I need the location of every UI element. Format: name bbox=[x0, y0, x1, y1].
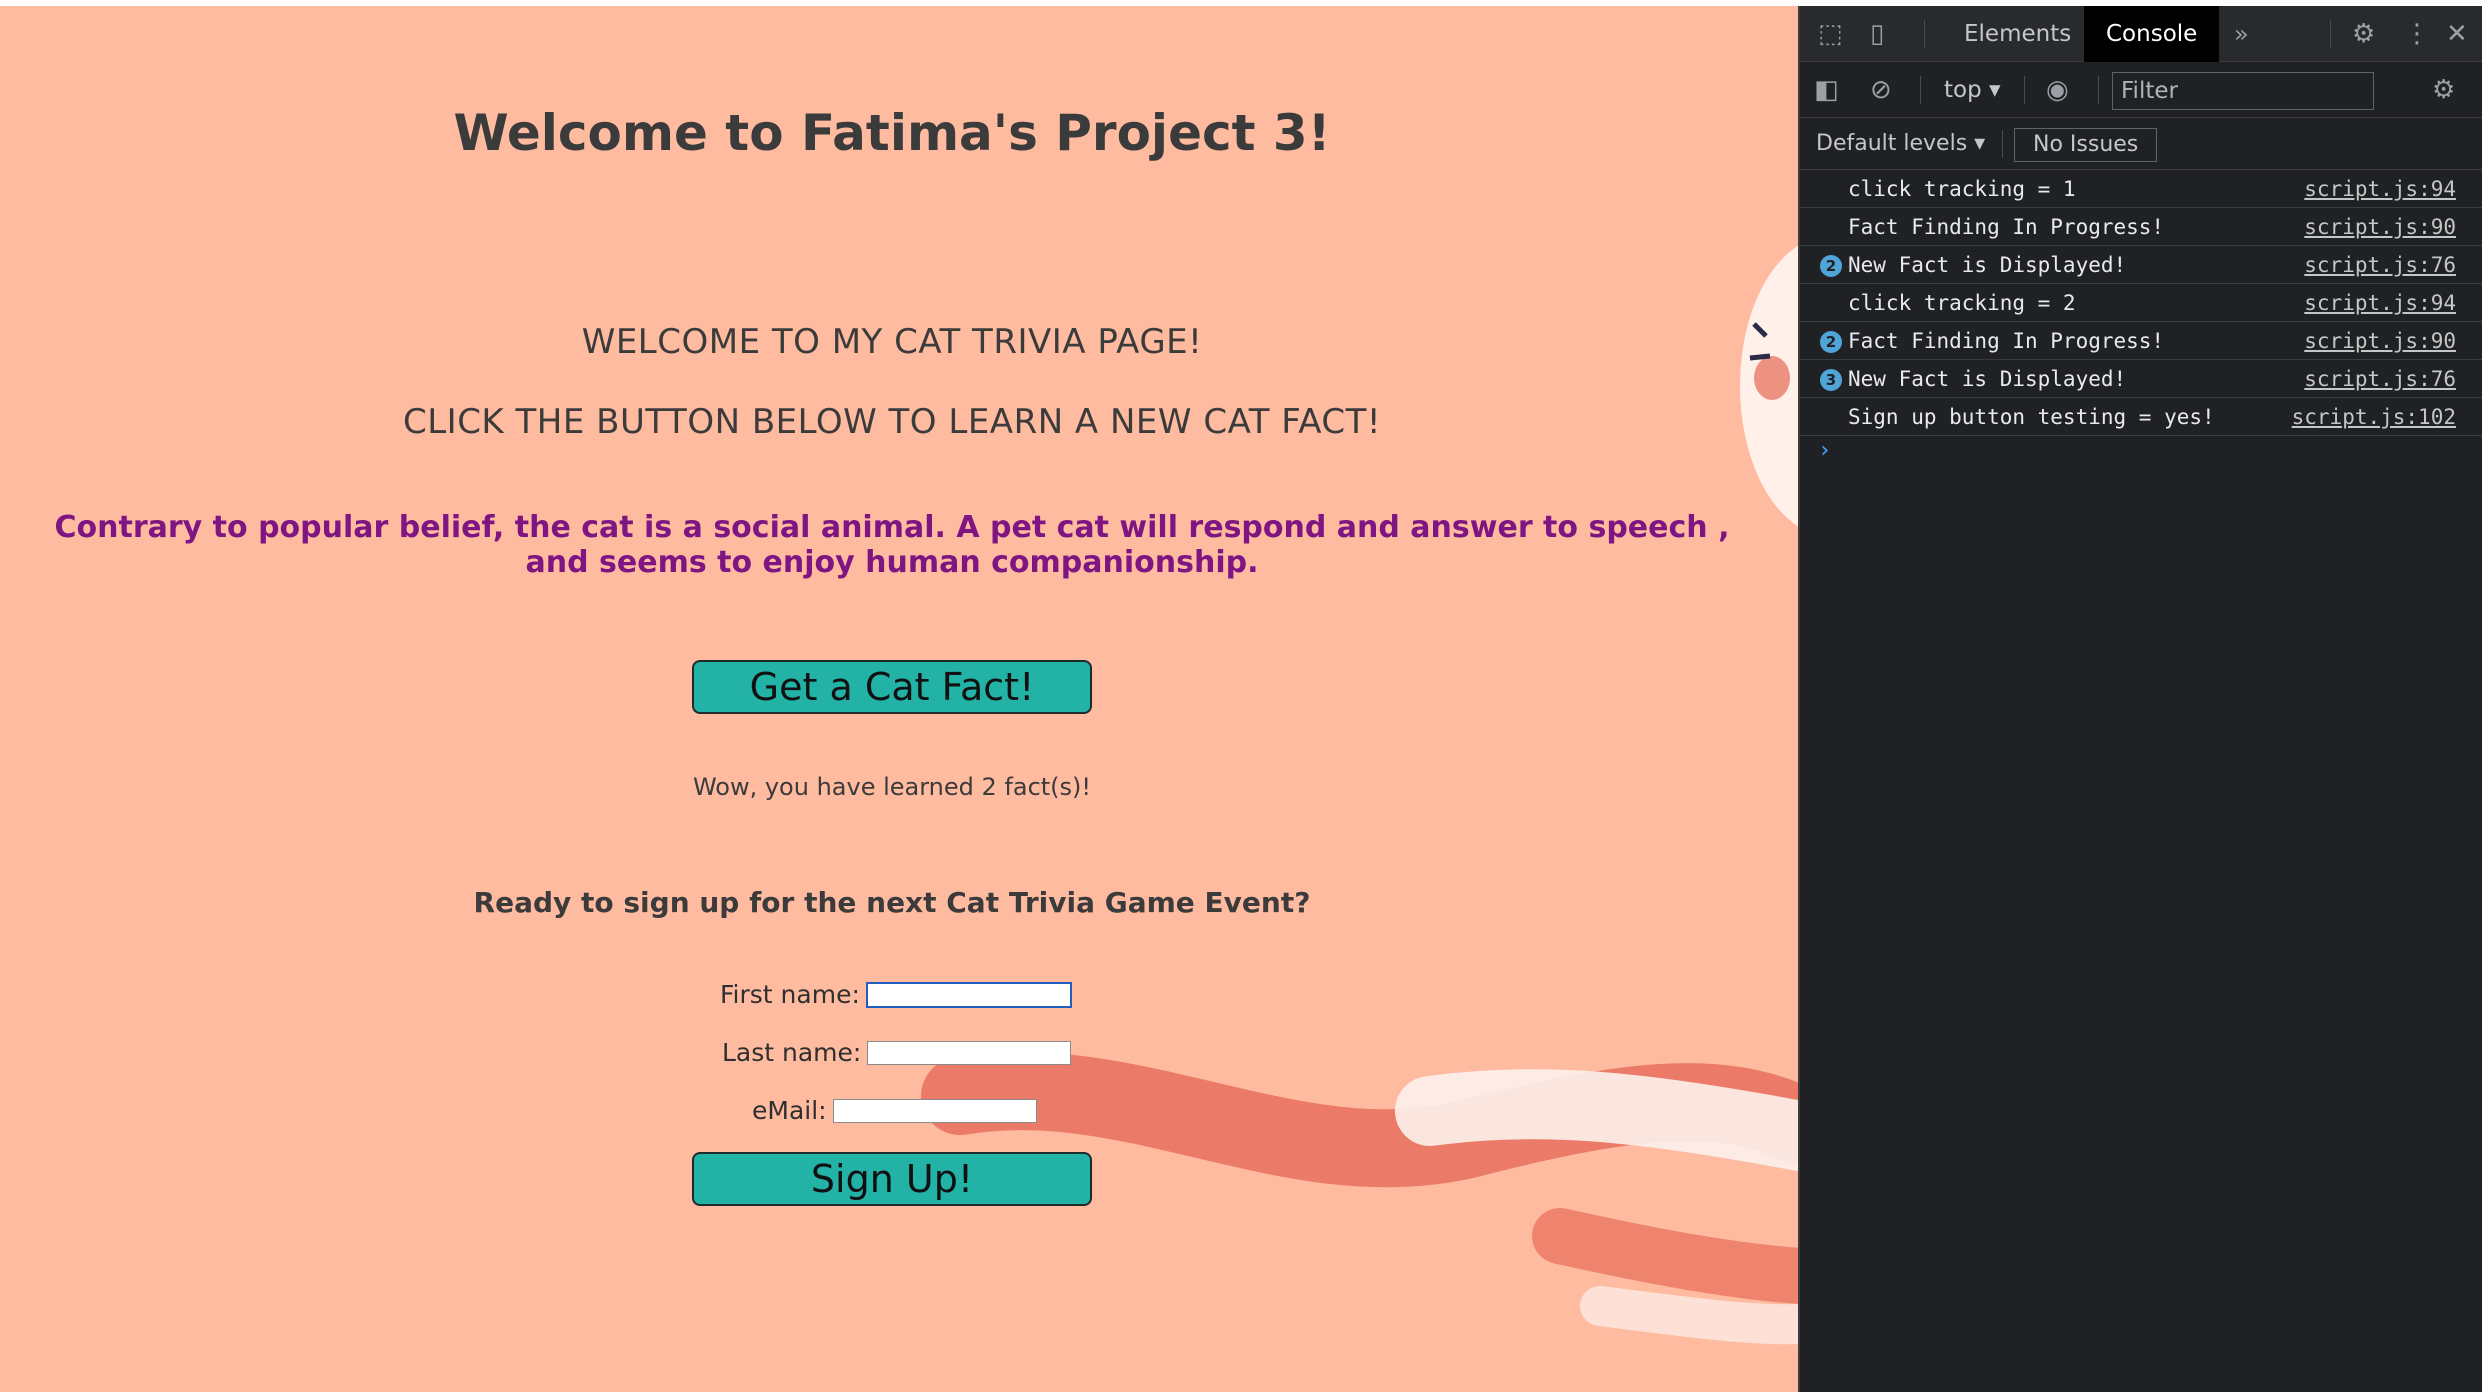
devtools-tab-bar: ⬚ ▯ Elements Console » ⚙ ⋮ ✕ bbox=[1800, 6, 2482, 62]
console-levels-bar: Default levels ▾ No Issues bbox=[1800, 118, 2482, 170]
log-source-link[interactable]: script.js:76 bbox=[2304, 360, 2456, 398]
cat-fact-text: Contrary to popular belief, the cat is a… bbox=[54, 510, 1730, 580]
toolbar-divider bbox=[1920, 76, 1921, 104]
console-filter-bar: ◧ ⊘ top ▾ ◉ ⚙ bbox=[1800, 62, 2482, 118]
instruction-heading: CLICK THE BUTTON BELOW TO LEARN A NEW CA… bbox=[402, 402, 1382, 442]
console-log-row: 2 New Fact is Displayed! script.js:76 bbox=[1800, 246, 2482, 284]
device-toolbar-icon[interactable]: ▯ bbox=[1870, 6, 1884, 62]
console-log-row: click tracking = 2 script.js:94 bbox=[1800, 284, 2482, 322]
web-page: Welcome to Fatima's Project 3! WELCOME T… bbox=[0, 6, 1798, 1392]
context-value: top bbox=[1944, 77, 1982, 103]
first-name-row: First name: bbox=[720, 980, 1072, 1009]
toolbar-divider bbox=[2098, 76, 2099, 104]
log-message: New Fact is Displayed! bbox=[1848, 367, 2127, 391]
gear-icon[interactable]: ⚙ bbox=[2352, 6, 2375, 62]
clear-console-icon[interactable]: ⊘ bbox=[1870, 62, 1892, 118]
console-log-row: 3 New Fact is Displayed! script.js:76 bbox=[1800, 360, 2482, 398]
console-prompt[interactable]: › bbox=[1818, 438, 1831, 463]
last-name-row: Last name: bbox=[722, 1038, 1072, 1067]
context-selector[interactable]: top ▾ bbox=[1944, 62, 2001, 118]
toolbar-divider bbox=[2002, 130, 2003, 158]
page-title: Welcome to Fatima's Project 3! bbox=[453, 104, 1331, 162]
log-levels-label: Default levels bbox=[1816, 131, 1968, 156]
repeat-count-badge: 2 bbox=[1820, 331, 1842, 353]
get-cat-fact-button[interactable]: Get a Cat Fact! bbox=[692, 660, 1092, 714]
console-log-row: 2 Fact Finding In Progress! script.js:90 bbox=[1800, 322, 2482, 360]
dropdown-arrow-icon: ▾ bbox=[1989, 77, 2001, 103]
email-row: eMail: bbox=[752, 1096, 1037, 1125]
dropdown-arrow-icon: ▾ bbox=[1974, 131, 1986, 156]
log-source-link[interactable]: script.js:76 bbox=[2304, 246, 2456, 284]
log-source-link[interactable]: script.js:102 bbox=[2292, 398, 2456, 436]
console-settings-gear-icon[interactable]: ⚙ bbox=[2432, 62, 2455, 118]
log-message: Fact Finding In Progress! bbox=[1848, 329, 2165, 353]
log-source-link[interactable]: script.js:94 bbox=[2304, 170, 2456, 208]
first-name-input[interactable] bbox=[865, 981, 1072, 1008]
email-label: eMail: bbox=[752, 1096, 827, 1125]
repeat-count-badge: 2 bbox=[1820, 255, 1842, 277]
welcome-heading: WELCOME TO MY CAT TRIVIA PAGE! bbox=[581, 322, 1203, 362]
inspect-element-icon[interactable]: ⬚ bbox=[1818, 6, 1843, 62]
tab-elements[interactable]: Elements bbox=[1942, 6, 2093, 62]
toolbar-divider bbox=[2024, 76, 2025, 104]
last-name-input[interactable] bbox=[867, 1040, 1072, 1065]
console-log-row: Fact Finding In Progress! script.js:90 bbox=[1800, 208, 2482, 246]
toolbar-divider bbox=[1924, 20, 1925, 48]
log-levels-dropdown[interactable]: Default levels ▾ bbox=[1816, 118, 1985, 170]
issues-button[interactable]: No Issues bbox=[2014, 128, 2158, 162]
console-log-row: click tracking = 1 script.js:94 bbox=[1800, 170, 2482, 208]
toolbar-divider bbox=[2330, 20, 2331, 48]
first-name-label: First name: bbox=[720, 980, 860, 1009]
log-source-link[interactable]: script.js:94 bbox=[2304, 284, 2456, 322]
tab-console[interactable]: Console bbox=[2084, 6, 2220, 62]
log-message: New Fact is Displayed! bbox=[1848, 253, 2127, 277]
close-icon[interactable]: ✕ bbox=[2446, 6, 2468, 62]
more-options-icon[interactable]: ⋮ bbox=[2404, 6, 2430, 62]
email-input[interactable] bbox=[832, 1098, 1037, 1123]
fact-counter-text: Wow, you have learned 2 fact(s)! bbox=[692, 773, 1092, 801]
log-source-link[interactable]: script.js:90 bbox=[2304, 208, 2456, 246]
log-source-link[interactable]: script.js:90 bbox=[2304, 322, 2456, 360]
log-message: Sign up button testing = yes! bbox=[1848, 405, 2215, 429]
console-log-row: Sign up button testing = yes! script.js:… bbox=[1800, 398, 2482, 436]
sidebar-toggle-icon[interactable]: ◧ bbox=[1814, 62, 1839, 118]
log-message: Fact Finding In Progress! bbox=[1848, 215, 2165, 239]
last-name-label: Last name: bbox=[722, 1038, 862, 1067]
repeat-count-badge: 3 bbox=[1820, 369, 1842, 391]
console-filter-input[interactable] bbox=[2112, 72, 2374, 110]
signup-heading: Ready to sign up for the next Cat Trivia… bbox=[473, 886, 1311, 919]
sign-up-button[interactable]: Sign Up! bbox=[692, 1152, 1092, 1206]
devtools-panel: ⬚ ▯ Elements Console » ⚙ ⋮ ✕ ◧ ⊘ top ▾ ◉… bbox=[1798, 6, 2482, 1392]
live-expression-eye-icon[interactable]: ◉ bbox=[2046, 62, 2069, 118]
log-message: click tracking = 2 bbox=[1848, 291, 2076, 315]
chevron-double-right-icon[interactable]: » bbox=[2234, 6, 2249, 62]
log-message: click tracking = 1 bbox=[1848, 177, 2076, 201]
